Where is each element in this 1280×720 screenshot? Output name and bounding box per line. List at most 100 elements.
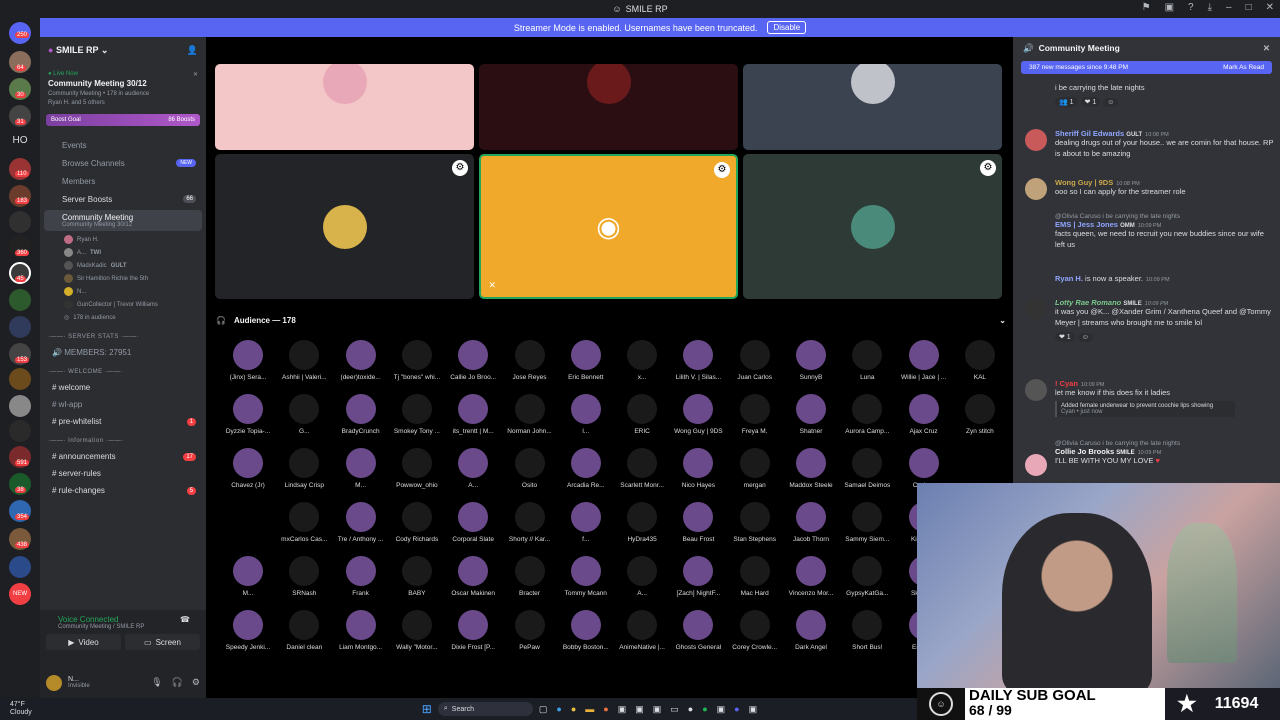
audience-member[interactable]: SRNash	[276, 556, 332, 597]
audience-member[interactable]: Dixie Frost [P...	[445, 610, 501, 651]
audience-member[interactable]: Juan Carlos	[727, 340, 783, 381]
avatar[interactable]	[1025, 379, 1047, 401]
audience-member[interactable]: Maddox Steele	[783, 448, 839, 489]
audience-member[interactable]: Daniel clean	[276, 610, 332, 651]
channel-rule-changes[interactable]: # rule-changes 5	[40, 482, 206, 499]
close-icon[interactable]: ✕	[193, 71, 198, 78]
speaker-tile[interactable]: ⚙	[743, 154, 1002, 299]
message-author[interactable]: Sheriff Gil Edwards	[1055, 129, 1124, 138]
audience-member[interactable]: mxCarlos Cas...	[276, 502, 332, 543]
audience-member[interactable]: GypsyKatGa...	[839, 556, 895, 597]
screen-share-button[interactable]: ▭ Screen	[125, 634, 200, 650]
channel-pre-whitelist[interactable]: # pre-whitelist 1	[40, 413, 206, 430]
channel-wl-app[interactable]: # wl-app	[40, 396, 206, 413]
audience-member[interactable]: Liam Montgo...	[333, 610, 389, 651]
audience-member[interactable]: Osito	[502, 448, 558, 489]
audience-member[interactable]: Oscar Makinen	[445, 556, 501, 597]
server-icon[interactable]	[9, 395, 31, 417]
audience-member[interactable]: its_trentt | M...	[445, 394, 501, 435]
weather-widget[interactable]: 47°F Cloudy	[0, 701, 32, 717]
audience-member[interactable]: AnimeNative |...	[614, 610, 670, 651]
audience-member[interactable]: [Zach] NightF...	[670, 556, 726, 597]
add-reaction-icon[interactable]: ☺	[1077, 332, 1093, 342]
audience-member[interactable]: Corey Crowle...	[727, 610, 783, 651]
boost-goal-bar[interactable]: Boost Goal 86 Boosts	[46, 114, 200, 126]
avatar[interactable]	[1025, 129, 1047, 151]
message-author[interactable]: EMS | Jess Jones	[1055, 220, 1118, 229]
close-button[interactable]: ✕	[1266, 2, 1274, 13]
audience-member[interactable]: Jacob Thorn	[783, 502, 839, 543]
message-embed[interactable]: Added female underwear to prevent coochi…	[1055, 400, 1235, 417]
audience-member[interactable]: Scarlett Monr...	[614, 448, 670, 489]
audience-member[interactable]: ERIC	[614, 394, 670, 435]
channel-announcements[interactable]: # announcements 17	[40, 448, 206, 465]
nav-browse-channels[interactable]: Browse Channels NEW	[40, 154, 206, 172]
message-author[interactable]: Collie Jo Brooks	[1055, 447, 1114, 456]
app-icon[interactable]: ▣	[717, 704, 726, 715]
audience-member[interactable]: SunnyB	[783, 340, 839, 381]
minimize-button[interactable]: –	[1226, 2, 1232, 13]
audience-member[interactable]: Smokey Tony ...	[389, 394, 445, 435]
voice-user[interactable]: Sir Hamilton Richie the 5th	[40, 272, 206, 285]
reply-preview[interactable]: @Olivia Caruso i be carrying the late ni…	[1055, 213, 1275, 220]
audience-member[interactable]: Zyn stitch	[952, 394, 1008, 435]
audience-member[interactable]: Tommy Mcann	[558, 556, 614, 597]
audience-member[interactable]: Speedy Jenki...	[220, 610, 276, 651]
chevron-down-icon[interactable]: ⌄	[999, 316, 1006, 325]
audience-member[interactable]: Vincenzo Mor...	[783, 556, 839, 597]
audience-member[interactable]: Ghosts General	[670, 610, 726, 651]
audience-member[interactable]: (deer)toxide...	[333, 340, 389, 381]
audience-member[interactable]: Norman John...	[502, 394, 558, 435]
audience-member[interactable]: Ajax Cruz	[896, 394, 952, 435]
audience-member[interactable]: (Jinx) Sera...	[220, 340, 276, 381]
server-icon[interactable]	[9, 289, 31, 311]
app-icon[interactable]: ▣	[653, 704, 662, 715]
server-icon[interactable]	[9, 420, 31, 442]
message-author[interactable]: ! Cyan	[1055, 379, 1078, 388]
voice-user[interactable]: A... TWI	[40, 246, 206, 259]
reaction[interactable]: ❤ 1	[1080, 96, 1101, 107]
audience-member[interactable]: BradyCrunch	[333, 394, 389, 435]
audience-member[interactable]: PePaw	[502, 610, 558, 651]
speaker-tile[interactable]: ⚙	[215, 154, 474, 299]
audience-member[interactable]: KAL	[952, 340, 1008, 381]
voice-user[interactable]: N...	[40, 285, 206, 298]
avatar[interactable]	[1025, 178, 1047, 200]
audience-member[interactable]: Tj "bones" whi...	[389, 340, 445, 381]
channel-server-rules[interactable]: # server-rules	[40, 465, 206, 482]
steam-icon[interactable]: ●	[688, 704, 693, 715]
discord-icon[interactable]: ●	[734, 704, 739, 715]
audience-member[interactable]: Wong Guy | 9DS	[670, 394, 726, 435]
nav-members[interactable]: Members	[40, 172, 206, 190]
audience-member[interactable]: Bracter	[502, 556, 558, 597]
audience-member[interactable]: Sammy Siem...	[839, 502, 895, 543]
audience-member[interactable]: Shorty // Kar...	[502, 502, 558, 543]
audience-member[interactable]: M...	[220, 556, 276, 597]
audience-header[interactable]: 🎧 Audience — 178 ⌄	[216, 313, 1006, 327]
audience-member[interactable]: x...	[614, 340, 670, 381]
voice-user[interactable]: GunCollector | Trevor Williams	[40, 298, 206, 311]
add-member-icon[interactable]: 👤	[187, 45, 198, 56]
audience-count[interactable]: ◎ 178 in audience	[40, 311, 206, 324]
message-author[interactable]: Ryan H.	[1055, 274, 1083, 283]
speaker-tile[interactable]	[215, 64, 474, 150]
server-icon[interactable]	[9, 368, 31, 390]
audience-member[interactable]: Dyzzie Topia-...	[220, 394, 276, 435]
category-information[interactable]: ·——· Information ·——·	[40, 434, 206, 448]
app-icon[interactable]: ▣	[635, 704, 644, 715]
audience-member[interactable]: Freya M.	[727, 394, 783, 435]
audience-member[interactable]: Bobby Boston...	[558, 610, 614, 651]
chrome-icon[interactable]: ●	[571, 704, 576, 715]
audience-member[interactable]: Chavez (Jr)	[220, 448, 276, 489]
audience-member[interactable]: Nico Hayes	[670, 448, 726, 489]
audience-member[interactable]: Samael Deimos	[839, 448, 895, 489]
speaker-tile[interactable]	[743, 64, 1002, 150]
settings-icon[interactable]: ⚙	[452, 160, 468, 176]
message-author[interactable]: Wong Guy | 9DS	[1055, 178, 1113, 187]
audience-member[interactable]: Callie Jo Broo...	[445, 340, 501, 381]
audience-member[interactable]: Willie | Jace | ...	[896, 340, 952, 381]
mic-icon[interactable]: 🎙	[151, 677, 162, 688]
folder-icon[interactable]: ▬	[585, 704, 594, 715]
audience-member[interactable]: Powwow_ohio	[389, 448, 445, 489]
add-reaction-icon[interactable]: ☺	[1103, 97, 1119, 107]
